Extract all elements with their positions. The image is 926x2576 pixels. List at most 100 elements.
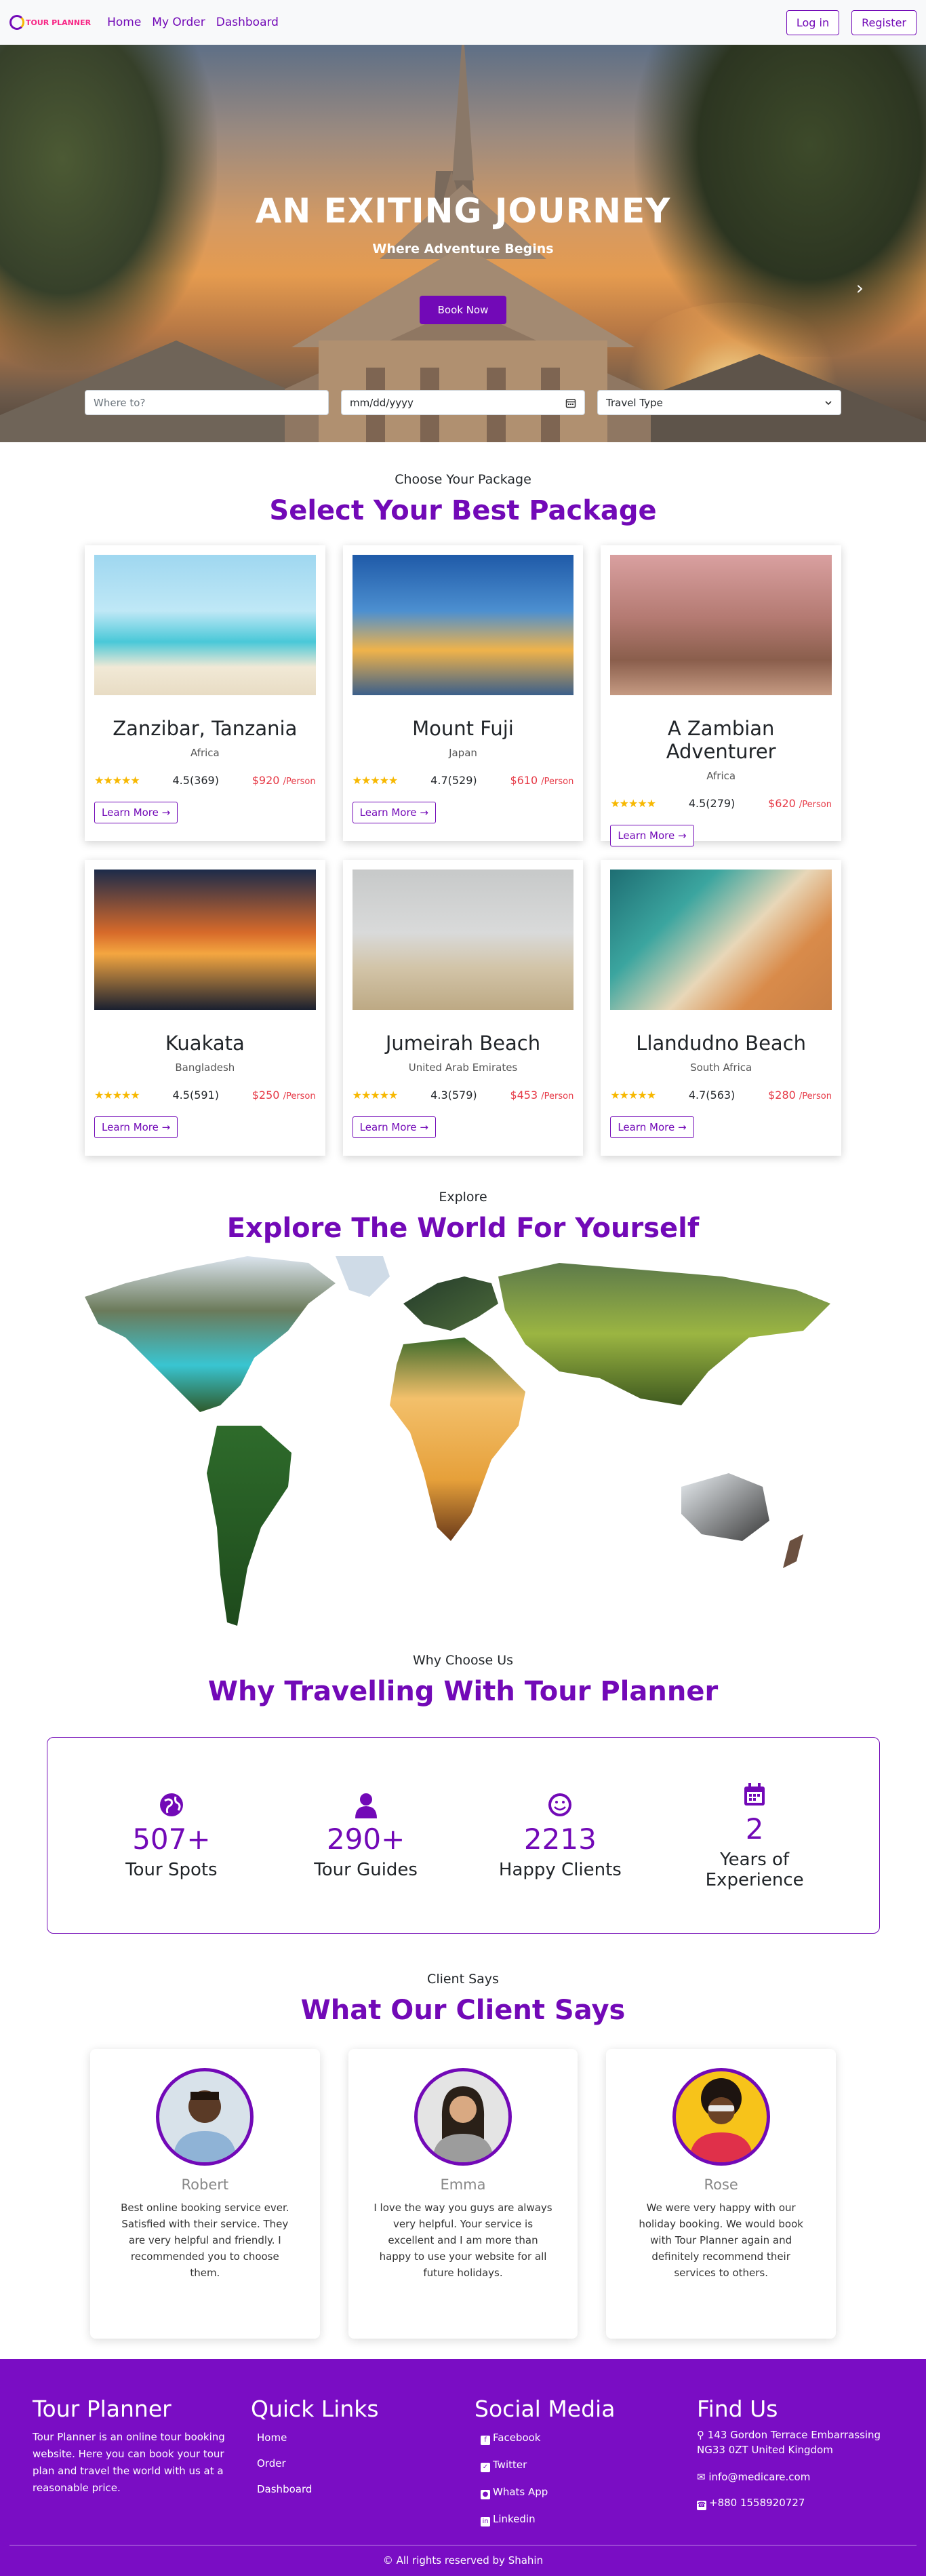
user-icon xyxy=(285,1791,447,1822)
new-zealand xyxy=(783,1534,803,1568)
learn-more-button[interactable]: Learn More → xyxy=(94,1116,178,1138)
footer-social-twitter[interactable]: ✓ Twitter xyxy=(475,2459,697,2472)
package-rating: 4.5(369) xyxy=(172,774,219,787)
package-region: United Arab Emirates xyxy=(408,1061,518,1074)
package-image xyxy=(352,870,574,1010)
nav-link-home[interactable]: Home xyxy=(107,16,141,29)
client-quote: We were very happy with our holiday book… xyxy=(639,2202,803,2279)
explore-section: Explore Explore The World For Yourself xyxy=(0,1190,926,1626)
copyright-text: All rights reserved by Shahin xyxy=(396,2554,544,2567)
carousel-next-icon[interactable]: › xyxy=(856,277,864,299)
star-rating-icon: ★★★★★ xyxy=(94,1089,140,1101)
footer-email[interactable]: ✉ info@medicare.com xyxy=(697,2471,926,2483)
greenland xyxy=(336,1256,390,1297)
brand-logo[interactable]: TOUR PLANNER xyxy=(9,15,91,30)
footer-social-facebook[interactable]: f Facebook xyxy=(475,2432,697,2445)
footer-link-dashboard[interactable]: Dashboard xyxy=(251,2483,475,2495)
star-rating-icon: ★★★★★ xyxy=(610,1089,656,1101)
package-meta: ★★★★★ 4.5(591) $250 /Person xyxy=(94,1089,316,1101)
price-unit: /Person xyxy=(799,1091,832,1101)
price-unit: /Person xyxy=(541,777,574,787)
phone-icon: ☎ xyxy=(697,2501,706,2510)
package-rating: 4.5(591) xyxy=(172,1089,219,1101)
footer-social-whatsapp[interactable]: ● Whats App xyxy=(475,2486,697,2499)
package-image xyxy=(610,555,832,695)
stat-label: Tour Guides xyxy=(314,1859,418,1880)
arrow-right-icon: → xyxy=(420,806,428,819)
footer-link-home[interactable]: Home xyxy=(251,2432,475,2444)
package-name: A Zambian Adventurer xyxy=(666,717,776,763)
stat-years-experience: 2 Years of Experience xyxy=(673,1781,836,1890)
nav-link-dashboard[interactable]: Dashboard xyxy=(216,16,279,29)
packages-kicker: Choose Your Package xyxy=(395,472,531,487)
social-label: Twitter xyxy=(493,2459,527,2471)
learn-more-label: Learn More xyxy=(102,806,159,819)
package-rating: 4.7(563) xyxy=(688,1089,736,1101)
nav-left: TOUR PLANNER Home My Order Dashboard xyxy=(9,15,279,30)
package-meta: ★★★★★ 4.5(369) $920 /Person xyxy=(94,774,316,787)
client-name: Emma xyxy=(440,2177,486,2193)
destination-input[interactable]: Where to? xyxy=(85,390,329,415)
stats-box: 507+ Tour Spots 290+ Tour Guides 2213 Ha… xyxy=(46,1737,880,1934)
copyright: © All rights reserved by Shahin xyxy=(9,2545,917,2576)
why-kicker: Why Choose Us xyxy=(412,1653,514,1668)
avatar xyxy=(414,2068,512,2166)
calendar-icon[interactable] xyxy=(565,397,576,408)
client-name: Robert xyxy=(181,2177,229,2193)
star-rating-icon: ★★★★★ xyxy=(94,774,140,787)
why-title: Why Travelling With Tour Planner xyxy=(207,1676,719,1707)
learn-more-label: Learn More xyxy=(359,1121,417,1133)
learn-more-button[interactable]: Learn More → xyxy=(610,1116,694,1138)
package-rating: 4.7(529) xyxy=(430,774,477,787)
footer-social-linkedin[interactable]: in Linkedin xyxy=(475,2513,697,2526)
packages-section: Choose Your Package Select Your Best Pac… xyxy=(0,442,926,1156)
arrow-right-icon: → xyxy=(161,806,171,819)
footer-address: ⚲ 143 Gordon Terrace Embarrassing NG33 0… xyxy=(697,2427,926,2457)
package-region: South Africa xyxy=(690,1061,752,1074)
learn-more-button[interactable]: Learn More → xyxy=(352,1116,436,1138)
clients-section: Client Says What Our Client Says Robert … xyxy=(0,1972,926,2339)
why-section: Why Choose Us Why Travelling With Tour P… xyxy=(0,1653,926,1934)
arrow-right-icon: → xyxy=(678,1121,687,1133)
package-grid: Zanzibar, Tanzania Africa ★★★★★ 4.5(369) $92… xyxy=(85,545,841,1156)
world-map-graphic xyxy=(85,1256,830,1626)
packages-title: Select Your Best Package xyxy=(269,495,657,526)
stat-value: 507+ xyxy=(132,1822,211,1856)
footer-phone[interactable]: ☎ +880 1558920727 xyxy=(697,2497,926,2510)
price-unit: /Person xyxy=(799,800,832,810)
nav-link-my-order[interactable]: My Order xyxy=(152,16,205,29)
package-price: $250 /Person xyxy=(252,1089,316,1101)
globe-icon xyxy=(90,1791,253,1822)
social-label: Whats App xyxy=(493,2486,548,2498)
learn-more-button[interactable]: Learn More → xyxy=(610,825,694,846)
package-price: $280 /Person xyxy=(768,1089,832,1101)
star-rating-icon: ★★★★★ xyxy=(352,774,399,787)
hero-subtitle: Where Adventure Begins xyxy=(372,241,554,256)
date-placeholder: mm/dd/yyyy xyxy=(350,396,414,409)
book-now-button[interactable]: Book Now xyxy=(420,296,506,324)
package-price: $453 /Person xyxy=(510,1089,573,1101)
learn-more-button[interactable]: Learn More → xyxy=(94,802,178,823)
social-label: Facebook xyxy=(493,2432,541,2444)
package-price: $920 /Person xyxy=(252,774,316,787)
star-rating-icon: ★★★★★ xyxy=(352,1089,399,1101)
stat-label: Tour Spots xyxy=(125,1859,218,1880)
login-button[interactable]: Log in xyxy=(786,9,840,35)
price-value: $250 xyxy=(251,1089,280,1101)
testimonial-card: Emma I love the way you guys are always … xyxy=(348,2049,578,2339)
footer-about-title: Tour Planner xyxy=(33,2396,172,2422)
copyright-icon: © xyxy=(382,2554,397,2567)
package-meta: ★★★★★ 4.7(563) $280 /Person xyxy=(610,1089,832,1101)
testimonial-card: Rose We were very happy with our holiday… xyxy=(606,2049,836,2339)
travel-type-select[interactable]: Travel Type xyxy=(597,390,841,415)
register-button[interactable]: Register xyxy=(851,9,917,35)
footer-about-text: Tour Planner is an online tour booking w… xyxy=(33,2431,225,2494)
learn-more-button[interactable]: Learn More → xyxy=(352,802,436,823)
destination-placeholder: Where to? xyxy=(94,396,146,409)
clients-title: What Our Client Says xyxy=(300,1995,626,2026)
package-meta: ★★★★★ 4.7(529) $610 /Person xyxy=(353,774,574,787)
package-card: Jumeirah Beach United Arab Emirates ★★★★★ 4… xyxy=(342,860,584,1156)
price-unit: /Person xyxy=(283,1091,316,1101)
date-input[interactable]: mm/dd/yyyy xyxy=(341,390,585,415)
footer-link-order[interactable]: Order xyxy=(251,2457,475,2470)
